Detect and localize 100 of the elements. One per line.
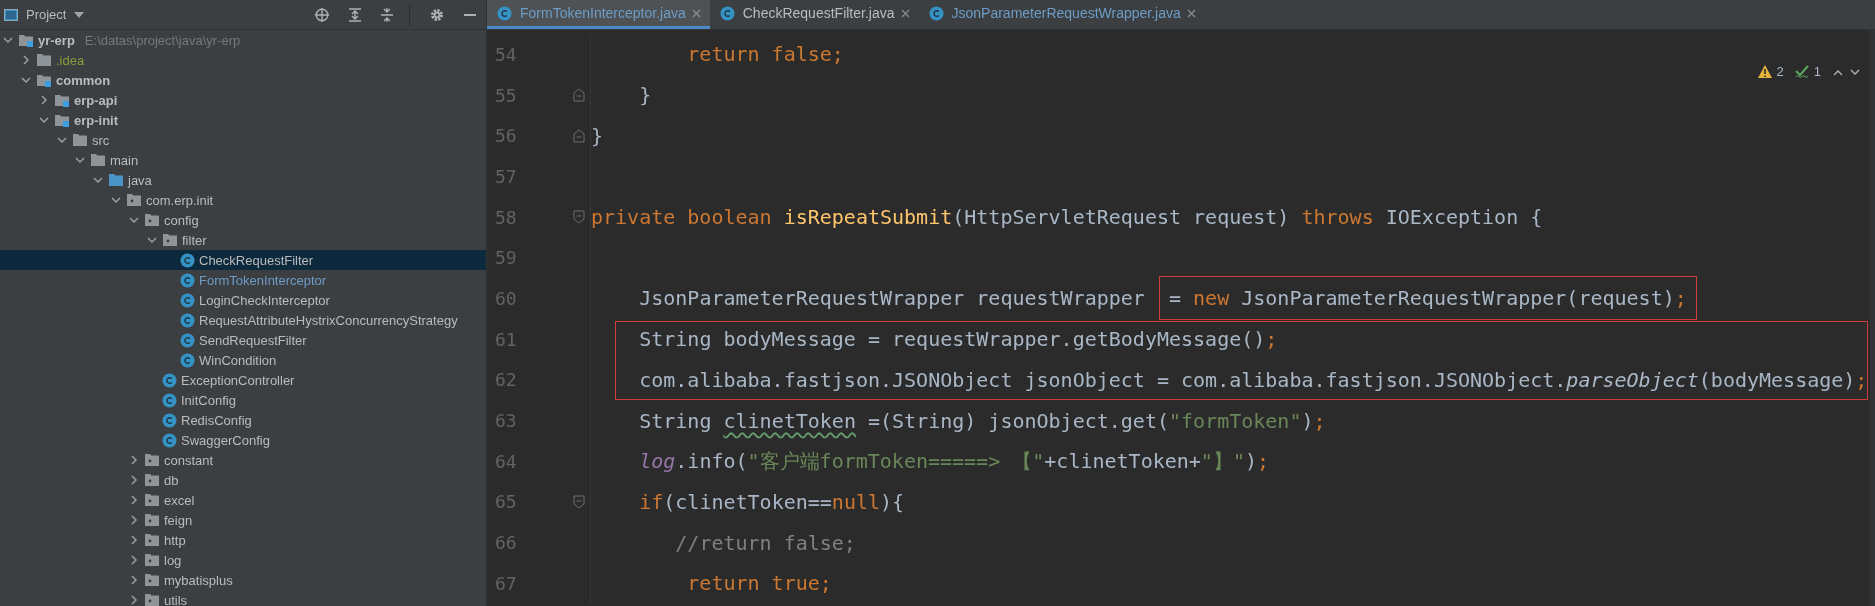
fold-icon[interactable] [573, 494, 585, 509]
tree-row[interactable]: CheckRequestFilter [0, 250, 486, 270]
minimize-icon[interactable] [464, 12, 476, 17]
package-icon [144, 533, 160, 547]
file-name: com.erp.init [146, 192, 214, 208]
line-number: 54 [495, 43, 518, 65]
chevron-down-icon[interactable] [1849, 67, 1861, 76]
tree-row[interactable]: utils [0, 590, 486, 606]
code-line: return false; [687, 42, 844, 67]
folder-icon [72, 133, 88, 147]
tree-row[interactable]: .idea [0, 50, 486, 70]
tree-row[interactable]: constant [0, 450, 486, 470]
tree-row[interactable]: filter [0, 230, 486, 250]
fold-icon[interactable] [573, 210, 585, 225]
collapse-all-icon[interactable] [381, 7, 393, 22]
class-icon [180, 292, 195, 308]
window-icon [4, 8, 18, 21]
tree-row[interactable]: SendRequestFilter [0, 330, 486, 350]
line-number: 64 [495, 450, 518, 472]
line-number: 58 [495, 206, 518, 228]
file-name: yr-erp [38, 32, 75, 48]
panel-title[interactable]: Project [26, 7, 67, 22]
file-name: WinCondition [199, 352, 277, 368]
tab-label: JsonParameterRequestWrapper.java [951, 5, 1181, 21]
code-line: log.info("客户端formToken=====> 【"+clinetToken+"】"); [639, 448, 1270, 473]
tab-label: FormTokenInterceptor.java [520, 5, 686, 21]
tree-row[interactable]: mybatisplus [0, 570, 486, 590]
line-number: 65 [495, 491, 518, 513]
code-line: //return false; [675, 530, 856, 555]
line-number: 61 [495, 328, 518, 350]
tree-row[interactable]: WinCondition [0, 350, 486, 370]
tree-row[interactable]: http [0, 530, 486, 550]
fold-icon[interactable] [573, 128, 585, 143]
class-icon [180, 312, 195, 328]
file-name: src [92, 132, 110, 148]
class-icon [162, 372, 177, 388]
class-icon [180, 332, 195, 348]
file-name: db [164, 472, 179, 488]
file-name: http [164, 532, 186, 548]
file-name: SwaggerConfig [181, 432, 270, 448]
tree-row[interactable]: RedisConfig [0, 410, 486, 430]
file-name: LoginCheckInterceptor [199, 292, 330, 308]
caret-icon[interactable] [74, 11, 85, 18]
file-name: CheckRequestFilter [199, 252, 314, 268]
fold-icon[interactable] [573, 88, 585, 103]
folder-icon [36, 53, 52, 67]
warning-count: 2 [1776, 64, 1784, 79]
tree-row[interactable]: config [0, 210, 486, 230]
editor-tab[interactable]: JsonParameterRequestWrapper.java [918, 0, 1205, 29]
line-number: 62 [495, 369, 518, 391]
file-name: SendRequestFilter [199, 332, 307, 348]
tree-row[interactable]: db [0, 470, 486, 490]
module-folder-icon [54, 112, 70, 128]
tree-row[interactable]: excel [0, 490, 486, 510]
tree-row[interactable]: feign [0, 510, 486, 530]
file-name: feign [164, 512, 193, 528]
file-name: filter [182, 232, 207, 248]
tree-row[interactable]: FormTokenInterceptor [0, 270, 486, 290]
settings-icon[interactable] [430, 7, 444, 22]
tree-row[interactable]: LoginCheckInterceptor [0, 290, 486, 310]
expand-all-icon[interactable] [349, 7, 361, 22]
check-icon[interactable] [1794, 65, 1809, 78]
tree-row[interactable]: SwaggerConfig [0, 430, 486, 450]
editor-tab[interactable]: CheckRequestFilter.java [709, 0, 919, 29]
package-icon [144, 553, 160, 567]
tree-row[interactable]: InitConfig [0, 390, 486, 410]
module-folder-icon [54, 92, 70, 108]
tree-row[interactable]: erp-init [0, 110, 486, 130]
close-icon[interactable] [900, 8, 910, 18]
file-name: FormTokenInterceptor [199, 272, 327, 288]
crosshair-icon[interactable] [315, 7, 329, 22]
warning-icon[interactable] [1757, 65, 1772, 78]
tab-label: CheckRequestFilter.java [742, 5, 895, 21]
tree-row[interactable]: yr-erp E:\datas\project\java\yr-erp [0, 30, 486, 50]
tree-row[interactable]: erp-api [0, 90, 486, 110]
file-name: RequestAttributeHystrixConcurrencyStrategy [199, 312, 458, 328]
tree-row[interactable]: com.erp.init [0, 190, 486, 210]
tree-row[interactable]: RequestAttributeHystrixConcurrencyStrategy [0, 310, 486, 330]
tree-row[interactable]: ExceptionController [0, 370, 486, 390]
line-number: 57 [495, 165, 518, 187]
code-line: = new JsonParameterRequestWrapper(request); [1169, 286, 1687, 311]
tree-row[interactable]: main [0, 150, 486, 170]
tree-row[interactable]: java [0, 170, 486, 190]
tree-row[interactable]: common [0, 70, 486, 90]
code-line: return true; [687, 571, 832, 596]
module-folder-icon [36, 72, 52, 88]
package-icon [144, 453, 160, 467]
line-number: 55 [495, 84, 518, 106]
class-icon [180, 252, 195, 268]
file-name: constant [164, 452, 214, 468]
tree-row[interactable]: src [0, 130, 486, 150]
close-icon[interactable] [1186, 8, 1196, 18]
class-icon [162, 392, 177, 408]
file-name: .idea [56, 52, 85, 68]
code-line: com.alibaba.fastjson.JSONObject jsonObject = com.alibaba.fastjson.JSONObject.parseObject(bodyMessage); [639, 367, 1868, 392]
line-number: 59 [495, 247, 518, 269]
file-name: java [128, 172, 152, 188]
tree-row[interactable]: log [0, 550, 486, 570]
folder-icon [108, 173, 124, 187]
close-icon[interactable] [691, 8, 701, 18]
